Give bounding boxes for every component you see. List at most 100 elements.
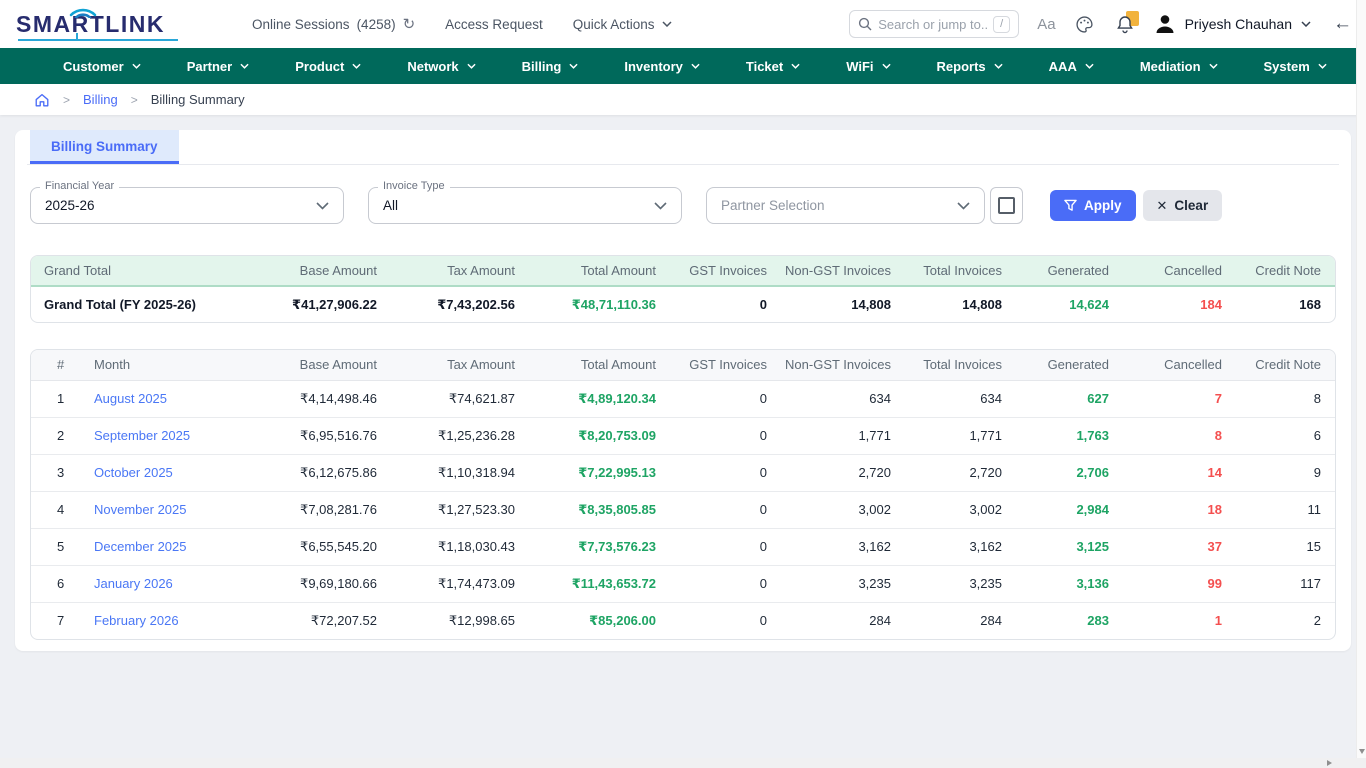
gst-invoices: 0 bbox=[672, 528, 783, 565]
chevron-down-icon bbox=[1301, 21, 1311, 27]
month-link[interactable]: October 2025 bbox=[94, 465, 173, 480]
col-total-amount: Total Amount bbox=[531, 350, 672, 380]
col-generated: Generated bbox=[1018, 256, 1125, 286]
grand-total-table: Grand Total Base Amount Tax Amount Total… bbox=[30, 255, 1336, 323]
row-index: 3 bbox=[31, 454, 81, 491]
table-row: 3 October 2025 ₹6,12,675.86 ₹1,10,318.94… bbox=[31, 454, 1336, 491]
nav-item-ticket[interactable]: Ticket bbox=[723, 48, 823, 84]
financial-year-select[interactable]: Financial Year 2025-26 bbox=[30, 187, 344, 224]
nav-label: Reports bbox=[937, 59, 986, 74]
nav-item-system[interactable]: System bbox=[1241, 48, 1350, 84]
cancelled: 8 bbox=[1125, 417, 1238, 454]
apply-button[interactable]: Apply bbox=[1050, 190, 1136, 221]
table-row: 4 November 2025 ₹7,08,281.76 ₹1,27,523.3… bbox=[31, 491, 1336, 528]
generated: 3,136 bbox=[1018, 565, 1125, 602]
quick-actions-menu[interactable]: Quick Actions bbox=[573, 17, 672, 32]
month-link[interactable]: February 2026 bbox=[94, 613, 179, 628]
nav-item-customer[interactable]: Customer bbox=[40, 48, 164, 84]
table-row: 6 January 2026 ₹9,69,180.66 ₹1,74,473.09… bbox=[31, 565, 1336, 602]
search-input[interactable]: Search or jump to... / bbox=[849, 10, 1019, 38]
chevron-down-icon bbox=[569, 63, 578, 69]
credit-note: 117 bbox=[1238, 565, 1336, 602]
nav-item-mediation[interactable]: Mediation bbox=[1117, 48, 1241, 84]
table-row: 5 December 2025 ₹6,55,545.20 ₹1,18,030.4… bbox=[31, 528, 1336, 565]
nav-item-aaa[interactable]: AAA bbox=[1026, 48, 1117, 84]
row-index: 6 bbox=[31, 565, 81, 602]
nav-item-network[interactable]: Network bbox=[384, 48, 498, 84]
search-shortcut-key: / bbox=[993, 16, 1010, 33]
nav-item-wifi[interactable]: WiFi bbox=[823, 48, 913, 84]
month-link[interactable]: January 2026 bbox=[94, 576, 173, 591]
refresh-icon[interactable]: ↻ bbox=[403, 15, 416, 33]
tax-amount: ₹1,25,236.28 bbox=[393, 417, 531, 454]
logo-text: SMARTLINK bbox=[16, 11, 206, 38]
tax-amount: ₹1,74,473.09 bbox=[393, 565, 531, 602]
scroll-right-arrow[interactable] bbox=[1327, 760, 1332, 766]
total-invoices: 3,002 bbox=[907, 491, 1018, 528]
partner-selection-select[interactable]: Partner Selection bbox=[706, 187, 985, 224]
total-invoices: 3,235 bbox=[907, 565, 1018, 602]
nav-item-inventory[interactable]: Inventory bbox=[601, 48, 723, 84]
generated: 2,984 bbox=[1018, 491, 1125, 528]
close-icon: ✕ bbox=[1157, 198, 1168, 214]
tax-amount: ₹74,621.87 bbox=[393, 380, 531, 417]
month-link[interactable]: August 2025 bbox=[94, 391, 167, 406]
month-link[interactable]: November 2025 bbox=[94, 502, 187, 517]
clear-button[interactable]: ✕ Clear bbox=[1143, 190, 1223, 221]
font-size-toggle[interactable]: Aa bbox=[1037, 16, 1055, 33]
cancelled: 14 bbox=[1125, 454, 1238, 491]
nav-label: WiFi bbox=[846, 59, 873, 74]
user-menu[interactable]: Priyesh Chauhan bbox=[1154, 13, 1311, 35]
vertical-scrollbar[interactable] bbox=[1356, 0, 1366, 758]
non-gst-invoices: 1,771 bbox=[783, 417, 907, 454]
tab-bar: Billing Summary bbox=[27, 130, 1339, 165]
breadcrumb-separator: > bbox=[63, 93, 70, 107]
notifications-button[interactable] bbox=[1114, 13, 1136, 35]
gst-invoices: 0 bbox=[672, 380, 783, 417]
col-non-gst-invoices: Non-GST Invoices bbox=[783, 350, 907, 380]
nav-label: Product bbox=[295, 59, 344, 74]
row-index: 5 bbox=[31, 528, 81, 565]
cancelled: 1 bbox=[1125, 602, 1238, 639]
invoice-type-label: Invoice Type bbox=[378, 180, 450, 192]
select-all-partners-checkbox[interactable] bbox=[990, 187, 1023, 224]
invoice-type-select[interactable]: Invoice Type All bbox=[368, 187, 682, 224]
base-amount: ₹6,95,516.76 bbox=[251, 417, 393, 454]
app-logo[interactable]: SMARTLINK bbox=[16, 11, 206, 38]
total-amount: ₹4,89,120.34 bbox=[531, 380, 672, 417]
nav-item-reports[interactable]: Reports bbox=[914, 48, 1026, 84]
base-amount: ₹4,14,498.46 bbox=[251, 380, 393, 417]
theme-palette-button[interactable] bbox=[1074, 13, 1096, 35]
nav-label: Partner bbox=[187, 59, 233, 74]
month-link[interactable]: September 2025 bbox=[94, 428, 190, 443]
total-amount: ₹85,206.00 bbox=[531, 602, 672, 639]
access-request-link[interactable]: Access Request bbox=[445, 17, 543, 32]
online-sessions[interactable]: Online Sessions (4258) ↻ bbox=[252, 15, 415, 33]
base-amount: ₹6,12,675.86 bbox=[251, 454, 393, 491]
cancelled: 99 bbox=[1125, 565, 1238, 602]
cancelled: 37 bbox=[1125, 528, 1238, 565]
logo-antenna bbox=[76, 33, 78, 41]
non-gst-invoices: 284 bbox=[783, 602, 907, 639]
gst-invoices: 0 bbox=[672, 454, 783, 491]
nav-item-product[interactable]: Product bbox=[272, 48, 384, 84]
non-gst-invoices: 3,162 bbox=[783, 528, 907, 565]
credit-note: 11 bbox=[1238, 491, 1336, 528]
nav-item-partner[interactable]: Partner bbox=[164, 48, 273, 84]
tab-billing-summary[interactable]: Billing Summary bbox=[30, 130, 179, 164]
chevron-down-icon bbox=[1209, 63, 1218, 69]
col-non-gst-invoices: Non-GST Invoices bbox=[783, 256, 907, 286]
col-gst-invoices: GST Invoices bbox=[672, 256, 783, 286]
month-link[interactable]: December 2025 bbox=[94, 539, 187, 554]
home-icon[interactable] bbox=[34, 92, 50, 108]
breadcrumb-billing[interactable]: Billing bbox=[83, 92, 118, 107]
total-amount: ₹11,43,653.72 bbox=[531, 565, 672, 602]
chevron-down-icon bbox=[467, 63, 476, 69]
horizontal-scrollbar[interactable] bbox=[0, 758, 1356, 768]
nav-label: Billing bbox=[522, 59, 562, 74]
collapse-arrow-icon[interactable]: ← bbox=[1333, 13, 1352, 35]
col-credit-note: Credit Note bbox=[1238, 350, 1336, 380]
chevron-down-icon bbox=[791, 63, 800, 69]
scroll-down-arrow[interactable] bbox=[1359, 749, 1365, 754]
nav-item-billing[interactable]: Billing bbox=[499, 48, 602, 84]
